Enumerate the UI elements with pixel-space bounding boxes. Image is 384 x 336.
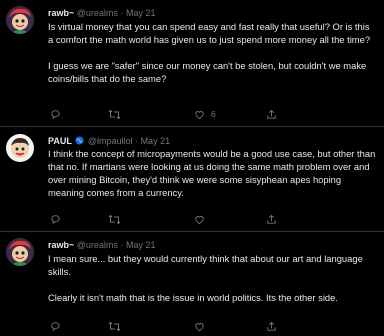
heart-icon xyxy=(195,110,204,119)
separator: · xyxy=(120,8,124,18)
avatar[interactable] xyxy=(6,238,34,266)
retweet-button[interactable] xyxy=(108,212,127,226)
share-button[interactable] xyxy=(266,212,283,226)
tweet-paragraph: Clearly it isn't math that is the issue … xyxy=(48,292,338,303)
tweet[interactable]: PAUL @lmpaullol · May 21 I think the con… xyxy=(0,127,384,231)
like-button[interactable] xyxy=(194,319,211,333)
cartoon-avatar-icon xyxy=(6,134,34,162)
like-button[interactable]: 6 xyxy=(194,107,216,121)
like-count: 6 xyxy=(211,109,216,119)
tweet-paragraph: I think the concept of micropayments wou… xyxy=(48,148,376,198)
separator: · xyxy=(135,136,139,146)
tweet-text: Is virtual money that you can spend easy… xyxy=(48,20,376,85)
retweet-button[interactable] xyxy=(108,107,127,121)
tweet-paragraph: I mean sure... but they would currently … xyxy=(48,253,363,277)
share-button[interactable] xyxy=(266,319,283,333)
handle[interactable]: @urealms xyxy=(77,8,118,18)
tweet-date[interactable]: May 21 xyxy=(141,136,171,146)
tweet-actions xyxy=(44,212,364,226)
cartoon-avatar-icon xyxy=(6,238,34,266)
tweet-thread: rawb~ @urealms · May 21 Is virtual money… xyxy=(0,0,384,336)
tweet-date[interactable]: May 21 xyxy=(126,8,156,18)
avatar[interactable] xyxy=(6,6,34,34)
share-button[interactable] xyxy=(266,107,283,121)
tweet-date[interactable]: May 21 xyxy=(126,240,156,250)
tweet[interactable]: rawb~ @urealms · May 21 I mean sure... b… xyxy=(0,232,384,336)
tweet-header: rawb~ @urealms · May 21 xyxy=(48,239,374,251)
reply-button[interactable] xyxy=(50,212,67,226)
share-icon xyxy=(267,321,276,331)
retweet-icon xyxy=(108,109,121,119)
display-name[interactable]: rawb~ xyxy=(48,8,74,18)
reply-button[interactable] xyxy=(50,319,67,333)
retweet-icon xyxy=(108,214,121,224)
reply-icon xyxy=(51,321,60,331)
tweet-header: rawb~ @urealms · May 21 xyxy=(48,7,374,19)
tweet-actions: 6 xyxy=(44,107,364,121)
tweet-actions xyxy=(44,319,364,333)
display-name[interactable]: PAUL xyxy=(48,136,72,146)
heart-icon xyxy=(195,322,204,331)
tweet-paragraph: Is virtual money that you can spend easy… xyxy=(48,21,371,45)
like-button[interactable] xyxy=(194,212,211,226)
avatar[interactable] xyxy=(6,134,34,162)
retweet-icon xyxy=(108,321,121,331)
tweet-text: I think the concept of micropayments wou… xyxy=(48,147,376,199)
share-icon xyxy=(267,109,276,119)
heart-icon xyxy=(195,215,204,224)
display-name[interactable]: rawb~ xyxy=(48,240,74,250)
share-icon xyxy=(267,214,276,224)
tweet[interactable]: rawb~ @urealms · May 21 Is virtual money… xyxy=(0,0,384,126)
tweet-paragraph: I guess we are "safer" since our money c… xyxy=(48,60,367,84)
tweet-header: PAUL @lmpaullol · May 21 xyxy=(48,135,374,147)
blue-globe-icon xyxy=(75,136,84,145)
reply-icon xyxy=(51,214,60,224)
handle[interactable]: @urealms xyxy=(77,240,118,250)
separator: · xyxy=(120,240,124,250)
reply-icon xyxy=(51,109,60,119)
tweet-text: I mean sure... but they would currently … xyxy=(48,252,376,304)
retweet-button[interactable] xyxy=(108,319,127,333)
cartoon-avatar-icon xyxy=(6,6,34,34)
reply-button[interactable] xyxy=(50,107,67,121)
handle[interactable]: @lmpaullol xyxy=(88,136,133,146)
